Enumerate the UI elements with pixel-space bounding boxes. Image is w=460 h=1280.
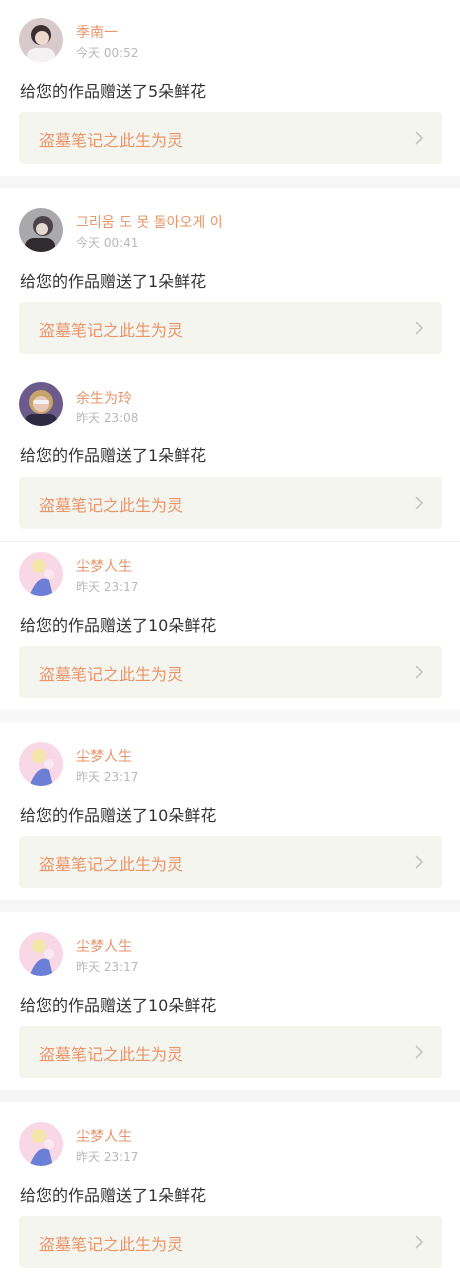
gift-message: 给您的作品赠送了1朵鲜花	[20, 272, 207, 291]
avatar-anime-icon	[19, 742, 63, 786]
notification-item: 尘梦人生 昨天 23:17 给您的作品赠送了10朵鲜花 盗墓笔记之此生为灵	[0, 912, 460, 1090]
chevron-right-icon	[415, 665, 423, 679]
work-link[interactable]: 盗墓笔记之此生为灵	[19, 477, 442, 529]
avatar[interactable]	[19, 742, 63, 786]
avatar-person-icon	[19, 382, 63, 426]
timestamp: 昨天 23:17	[76, 960, 139, 974]
work-title: 盗墓笔记之此生为灵	[39, 496, 184, 515]
timestamp: 今天 00:52	[76, 46, 139, 60]
avatar[interactable]	[19, 18, 63, 62]
work-title: 盗墓笔记之此生为灵	[39, 1045, 184, 1064]
gift-message: 给您的作品赠送了5朵鲜花	[20, 82, 207, 101]
username[interactable]: 余生为玲	[76, 388, 132, 408]
username[interactable]: 季南一	[76, 22, 118, 42]
work-link[interactable]: 盗墓笔记之此生为灵	[19, 1216, 442, 1268]
work-link[interactable]: 盗墓笔记之此生为灵	[19, 1026, 442, 1078]
notification-item: 그리움 도 못 돌아오게 이 今天 00:41 给您的作品赠送了1朵鲜花 盗墓笔…	[0, 188, 460, 366]
username[interactable]: 尘梦人生	[76, 936, 132, 956]
separator	[0, 176, 460, 188]
work-title: 盗墓笔记之此生为灵	[39, 321, 184, 340]
separator	[0, 900, 460, 912]
chevron-right-icon	[415, 1235, 423, 1249]
work-title: 盗墓笔记之此生为灵	[39, 131, 184, 150]
gift-message: 给您的作品赠送了10朵鲜花	[20, 996, 217, 1015]
avatar-person-icon	[19, 208, 63, 252]
chevron-right-icon	[415, 496, 423, 510]
notification-item: 季南一 今天 00:52 给您的作品赠送了5朵鲜花 盗墓笔记之此生为灵	[0, 0, 460, 176]
gift-message: 给您的作品赠送了1朵鲜花	[20, 446, 207, 465]
work-link[interactable]: 盗墓笔记之此生为灵	[19, 302, 442, 354]
avatar[interactable]	[19, 1122, 63, 1166]
timestamp: 昨天 23:17	[76, 580, 139, 594]
chevron-right-icon	[415, 855, 423, 869]
work-title: 盗墓笔记之此生为灵	[39, 1235, 184, 1254]
notification-item: 余生为玲 昨天 23:08 给您的作品赠送了1朵鲜花 盗墓笔记之此生为灵	[0, 366, 460, 542]
timestamp: 昨天 23:17	[76, 770, 139, 784]
work-title: 盗墓笔记之此生为灵	[39, 855, 184, 874]
avatar[interactable]	[19, 208, 63, 252]
username[interactable]: 尘梦人生	[76, 556, 132, 576]
notification-item: 尘梦人生 昨天 23:17 给您的作品赠送了1朵鲜花 盗墓笔记之此生为灵	[0, 1102, 460, 1280]
separator	[0, 710, 460, 722]
avatar-anime-icon	[19, 552, 63, 596]
gift-message: 给您的作品赠送了1朵鲜花	[20, 1186, 207, 1205]
notification-feed: 季南一 今天 00:52 给您的作品赠送了5朵鲜花 盗墓笔记之此生为灵 그리움 …	[0, 0, 460, 1280]
chevron-right-icon	[415, 321, 423, 335]
username[interactable]: 그리움 도 못 돌아오게 이	[76, 212, 223, 232]
work-link[interactable]: 盗墓笔记之此生为灵	[19, 836, 442, 888]
chevron-right-icon	[415, 1045, 423, 1059]
work-link[interactable]: 盗墓笔记之此生为灵	[19, 646, 442, 698]
avatar-anime-icon	[19, 1122, 63, 1166]
avatar[interactable]	[19, 382, 63, 426]
timestamp: 今天 00:41	[76, 236, 139, 250]
avatar[interactable]	[19, 552, 63, 596]
separator	[0, 1090, 460, 1102]
timestamp: 昨天 23:08	[76, 411, 139, 425]
work-title: 盗墓笔记之此生为灵	[39, 665, 184, 684]
username[interactable]: 尘梦人生	[76, 1126, 132, 1146]
chevron-right-icon	[415, 131, 423, 145]
notification-item: 尘梦人生 昨天 23:17 给您的作品赠送了10朵鲜花 盗墓笔记之此生为灵	[0, 542, 460, 710]
username[interactable]: 尘梦人生	[76, 746, 132, 766]
notification-item: 尘梦人生 昨天 23:17 给您的作品赠送了10朵鲜花 盗墓笔记之此生为灵	[0, 722, 460, 900]
timestamp: 昨天 23:17	[76, 1150, 139, 1164]
avatar-anime-icon	[19, 932, 63, 976]
gift-message: 给您的作品赠送了10朵鲜花	[20, 806, 217, 825]
avatar[interactable]	[19, 932, 63, 976]
work-link[interactable]: 盗墓笔记之此生为灵	[19, 112, 442, 164]
gift-message: 给您的作品赠送了10朵鲜花	[20, 616, 217, 635]
avatar-person-icon	[19, 18, 63, 62]
